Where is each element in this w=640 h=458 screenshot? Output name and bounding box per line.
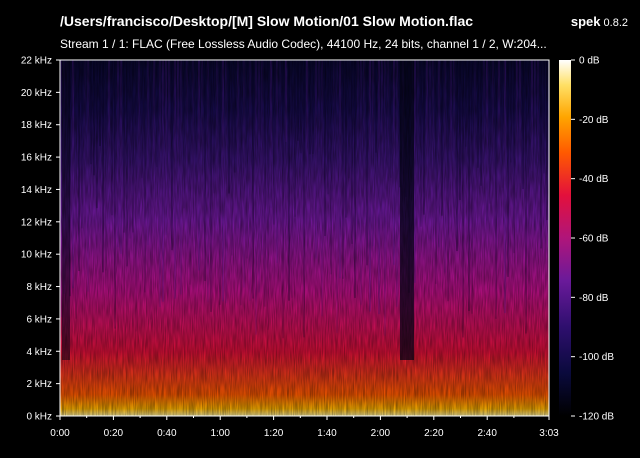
level-tick-label: 0 dB [579,56,600,67]
level-tick-label: -120 dB [579,412,614,423]
spectrogram-figure: 0 kHz 2 kHz 4 kHz 6 kHz 8 kHz 10 kHz 12 kHz 14 … [21,56,614,440]
time-tick-label: 0:00 [50,428,70,439]
frequency-axis: 0 kHz 2 kHz 4 kHz 6 kHz 8 kHz 10 kHz 12 kHz 14 … [21,56,60,423]
level-tick-label: -80 dB [579,293,609,304]
level-tick-label: -20 dB [579,115,609,126]
spek-window: /Users/francisco/Desktop/[M] Slow Motion… [0,0,640,458]
time-tick-label: 0:20 [104,428,124,439]
time-tick-label: 2:00 [371,428,391,439]
frequency-tick-label: 10 kHz [21,250,52,261]
level-tick-label: -40 dB [579,174,609,185]
frequency-tick-label: 20 kHz [21,88,52,99]
time-tick-label: 1:40 [317,428,337,439]
time-tick-label: 2:20 [424,428,444,439]
time-tick-label: 2:40 [477,428,497,439]
time-tick-label: 1:00 [210,428,230,439]
time-tick-label: 1:20 [264,428,284,439]
frequency-tick-label: 2 kHz [26,379,52,390]
spectrogram-texture [60,60,549,416]
time-axis: 0:00 0:20 0:40 1:00 1:20 1:40 2:00 2:20 2:40 3:03 [50,416,559,439]
time-tick-label: 3:03 [539,428,559,439]
time-tick-label: 0:40 [157,428,177,439]
level-tick-label: -100 dB [579,352,614,363]
frequency-tick-label: 6 kHz [26,314,52,325]
level-tick-label: -60 dB [579,234,609,245]
frequency-tick-label: 18 kHz [21,120,52,131]
frequency-tick-label: 22 kHz [21,56,52,67]
level-gradient-bar [559,60,571,416]
frequency-tick-label: 14 kHz [21,185,52,196]
frequency-tick-label: 0 kHz [26,412,52,423]
frequency-tick-label: 12 kHz [21,217,52,228]
frequency-tick-label: 8 kHz [26,282,52,293]
frequency-tick-label: 16 kHz [21,153,52,164]
frequency-tick-label: 4 kHz [26,347,52,358]
level-scale: 0 dB -20 dB -40 dB -60 dB -80 dB -100 dB -120 … [559,56,614,423]
spectrogram-plot [59,59,550,417]
level-scale-ticks: 0 dB -20 dB -40 dB -60 dB -80 dB -100 dB -120 … [571,56,614,423]
